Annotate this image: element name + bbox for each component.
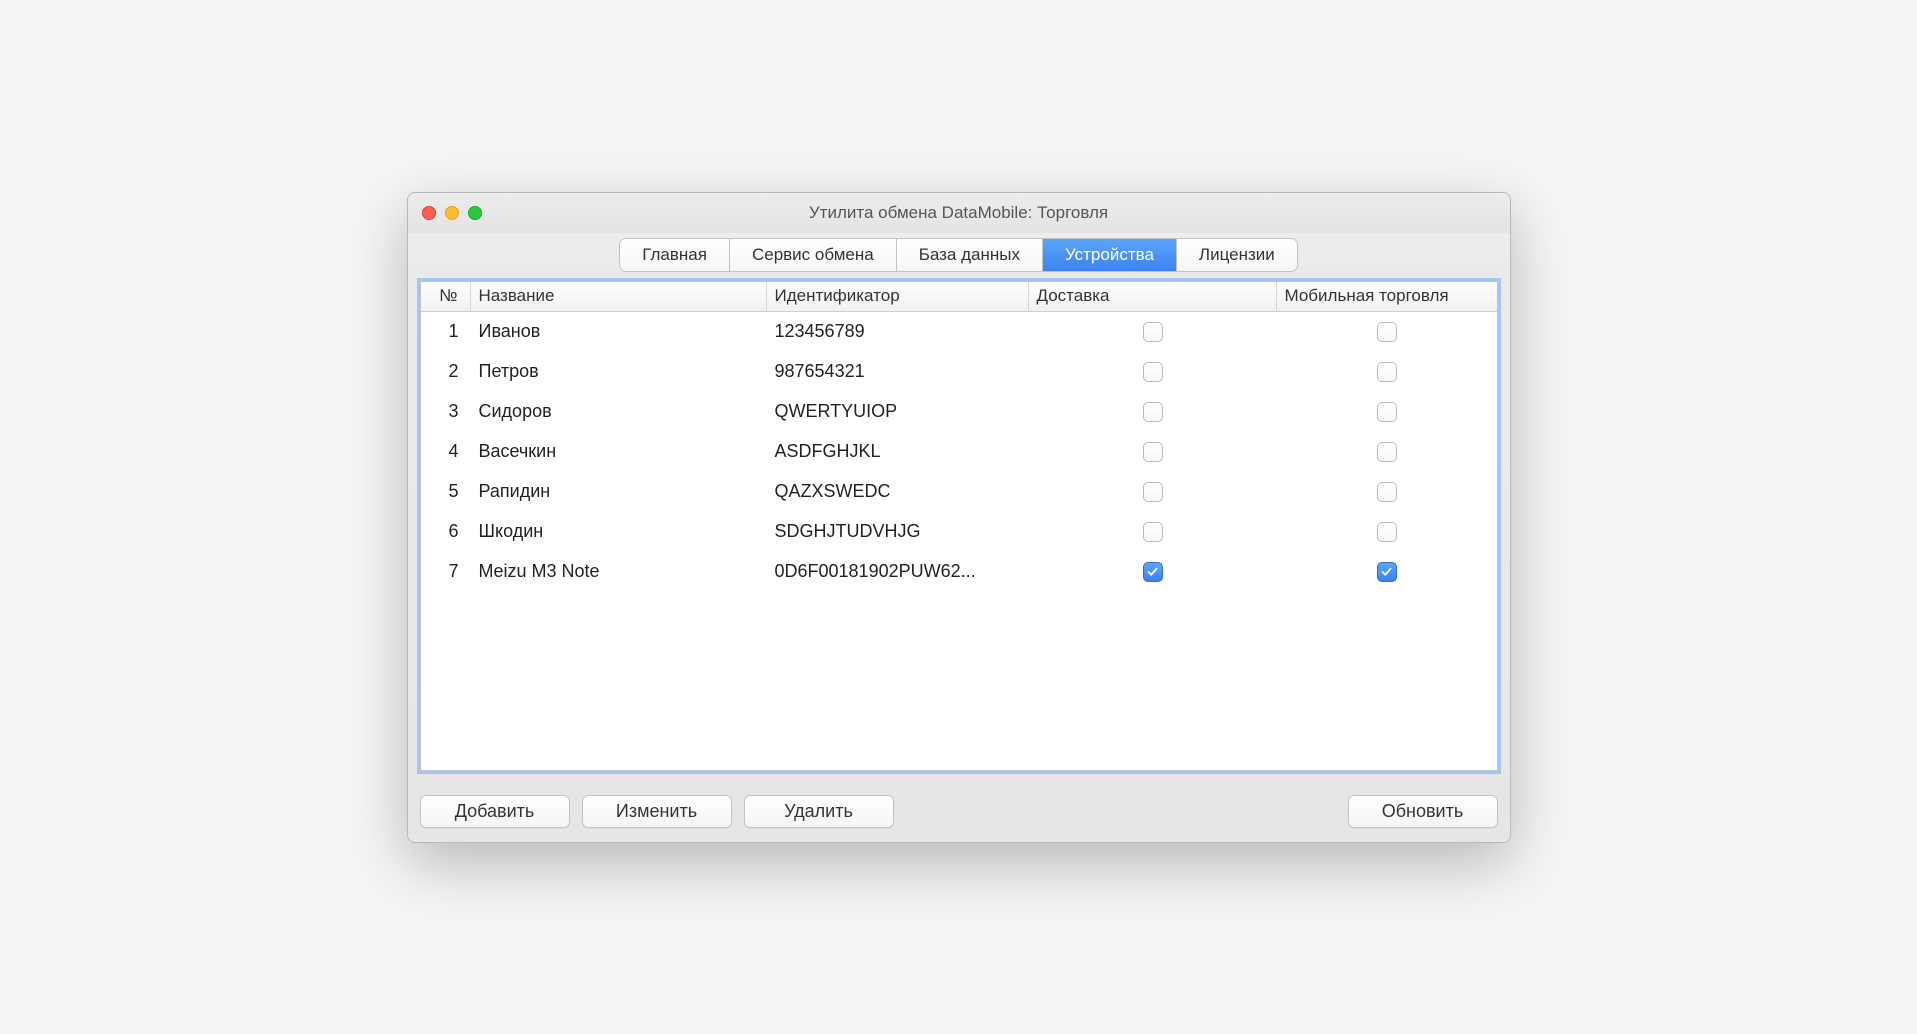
- cell-num: 1: [421, 317, 471, 346]
- refresh-button[interactable]: Обновить: [1348, 795, 1498, 828]
- tab-bar: ГлавнаяСервис обменаБаза данныхУстройств…: [620, 239, 1297, 271]
- table-row[interactable]: 3СидоровQWERTYUIOP: [421, 392, 1497, 432]
- cell-num: 2: [421, 357, 471, 386]
- table-row[interactable]: 6ШкодинSDGHJTUDVHJG: [421, 512, 1497, 552]
- cell-identifier: 123456789: [767, 317, 1029, 346]
- app-window: Утилита обмена DataMobile: Торговля Глав…: [407, 192, 1511, 843]
- table-row[interactable]: 4ВасечкинASDFGHJKL: [421, 432, 1497, 472]
- cell-name: Иванов: [471, 317, 767, 346]
- cell-identifier: ASDFGHJKL: [767, 437, 1029, 466]
- footer-buttons: Добавить Изменить Удалить Обновить: [408, 783, 1510, 842]
- cell-name: Рапидин: [471, 477, 767, 506]
- table-row[interactable]: 2Петров987654321: [421, 352, 1497, 392]
- delivery-checkbox[interactable]: [1143, 362, 1163, 382]
- add-button[interactable]: Добавить: [420, 795, 570, 828]
- cell-num: 7: [421, 557, 471, 586]
- cell-trade: [1277, 438, 1497, 466]
- table-row[interactable]: 1Иванов123456789: [421, 312, 1497, 352]
- cell-trade: [1277, 518, 1497, 546]
- maximize-icon[interactable]: [468, 206, 482, 220]
- trade-checkbox[interactable]: [1377, 362, 1397, 382]
- cell-delivery: [1029, 358, 1277, 386]
- cell-num: 3: [421, 397, 471, 426]
- grid-body: 1Иванов1234567892Петров9876543213Сидоров…: [421, 312, 1497, 592]
- content-area: № Название Идентификатор Доставка Мобиль…: [408, 281, 1510, 783]
- trade-checkbox[interactable]: [1377, 482, 1397, 502]
- trade-checkbox[interactable]: [1377, 562, 1397, 582]
- tab-4[interactable]: Лицензии: [1177, 239, 1297, 271]
- trade-checkbox[interactable]: [1377, 322, 1397, 342]
- cell-delivery: [1029, 478, 1277, 506]
- cell-trade: [1277, 478, 1497, 506]
- delivery-checkbox[interactable]: [1143, 322, 1163, 342]
- cell-num: 6: [421, 517, 471, 546]
- cell-delivery: [1029, 318, 1277, 346]
- cell-name: Сидоров: [471, 397, 767, 426]
- cell-trade: [1277, 358, 1497, 386]
- spacer: [906, 795, 1336, 828]
- delivery-checkbox[interactable]: [1143, 402, 1163, 422]
- cell-identifier: QAZXSWEDC: [767, 477, 1029, 506]
- cell-num: 4: [421, 437, 471, 466]
- tab-0[interactable]: Главная: [620, 239, 730, 271]
- trade-checkbox[interactable]: [1377, 522, 1397, 542]
- header-trade[interactable]: Мобильная торговля: [1277, 282, 1497, 311]
- header-identifier[interactable]: Идентификатор: [767, 282, 1029, 311]
- cell-trade: [1277, 558, 1497, 586]
- delivery-checkbox[interactable]: [1143, 562, 1163, 582]
- tabs-row: ГлавнаяСервис обменаБаза данныхУстройств…: [408, 233, 1510, 281]
- cell-name: Meizu M3 Note: [471, 557, 767, 586]
- cell-trade: [1277, 398, 1497, 426]
- cell-num: 5: [421, 477, 471, 506]
- minimize-icon[interactable]: [445, 206, 459, 220]
- grid-header: № Название Идентификатор Доставка Мобиль…: [421, 282, 1497, 312]
- table-row[interactable]: 5РапидинQAZXSWEDC: [421, 472, 1497, 512]
- tab-2[interactable]: База данных: [897, 239, 1043, 271]
- cell-identifier: 0D6F00181902PUW62...: [767, 557, 1029, 586]
- trade-checkbox[interactable]: [1377, 402, 1397, 422]
- devices-grid[interactable]: № Название Идентификатор Доставка Мобиль…: [420, 281, 1498, 771]
- cell-identifier: SDGHJTUDVHJG: [767, 517, 1029, 546]
- edit-button[interactable]: Изменить: [582, 795, 732, 828]
- cell-delivery: [1029, 438, 1277, 466]
- close-icon[interactable]: [422, 206, 436, 220]
- traffic-lights: [422, 206, 482, 220]
- titlebar[interactable]: Утилита обмена DataMobile: Торговля: [408, 193, 1510, 233]
- header-num[interactable]: №: [421, 282, 471, 311]
- cell-name: Петров: [471, 357, 767, 386]
- delete-button[interactable]: Удалить: [744, 795, 894, 828]
- delivery-checkbox[interactable]: [1143, 522, 1163, 542]
- cell-name: Шкодин: [471, 517, 767, 546]
- cell-delivery: [1029, 518, 1277, 546]
- header-delivery[interactable]: Доставка: [1029, 282, 1277, 311]
- cell-delivery: [1029, 558, 1277, 586]
- cell-delivery: [1029, 398, 1277, 426]
- trade-checkbox[interactable]: [1377, 442, 1397, 462]
- delivery-checkbox[interactable]: [1143, 482, 1163, 502]
- cell-identifier: QWERTYUIOP: [767, 397, 1029, 426]
- tab-1[interactable]: Сервис обмена: [730, 239, 897, 271]
- tab-3[interactable]: Устройства: [1043, 239, 1177, 271]
- cell-identifier: 987654321: [767, 357, 1029, 386]
- cell-trade: [1277, 318, 1497, 346]
- header-name[interactable]: Название: [471, 282, 767, 311]
- table-row[interactable]: 7Meizu M3 Note0D6F00181902PUW62...: [421, 552, 1497, 592]
- delivery-checkbox[interactable]: [1143, 442, 1163, 462]
- cell-name: Васечкин: [471, 437, 767, 466]
- window-title: Утилита обмена DataMobile: Торговля: [422, 203, 1496, 223]
